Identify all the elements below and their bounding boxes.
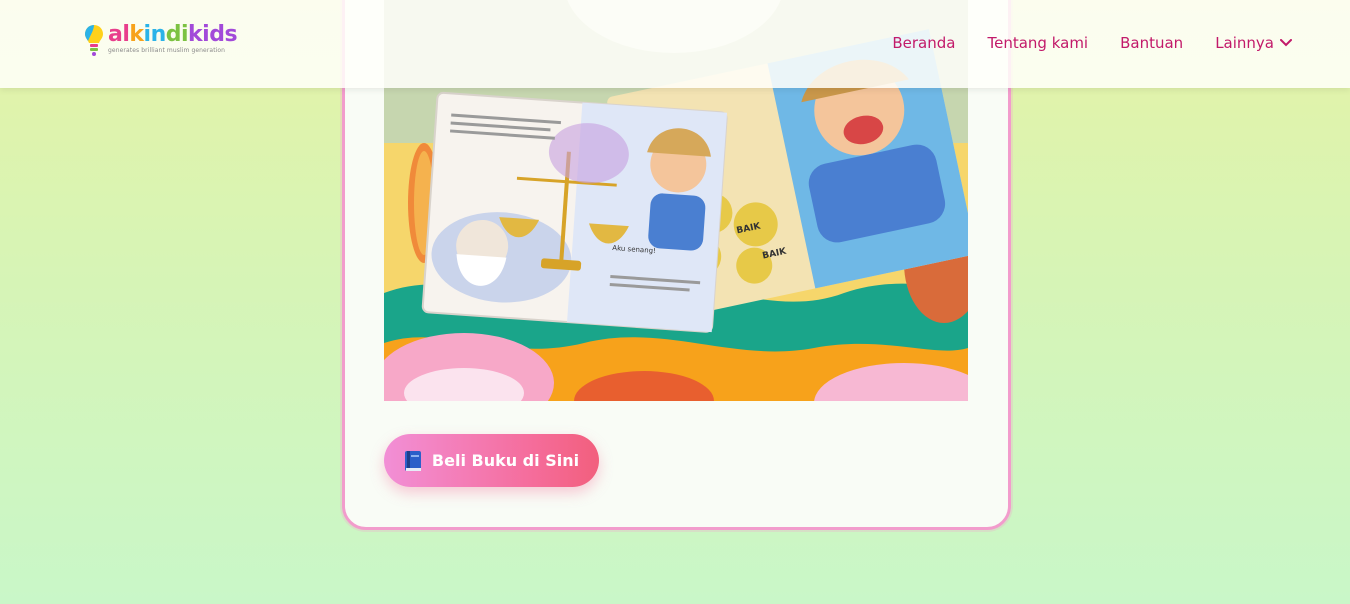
brand-part: k [129, 22, 144, 47]
site-header: alkindikids generates brilliant muslim g… [0, 0, 1350, 88]
brand-part: al [108, 22, 130, 47]
nav-item-label: Lainnya [1215, 34, 1274, 52]
nav-item-label: Beranda [892, 34, 956, 52]
nav-item-tentang-kami[interactable]: Tentang kami [987, 34, 1088, 52]
buy-book-label: Beli Buku di Sini [431, 451, 580, 470]
nav-item-bantuan[interactable]: Bantuan [1120, 34, 1183, 52]
brand-wordmark: alkindikids [108, 22, 238, 47]
nav-item-lainnya[interactable]: Lainnya [1215, 34, 1292, 52]
brand-part: kids [188, 22, 238, 47]
brand-part: di [165, 22, 189, 47]
main-nav: Beranda Tentang kami Bantuan Lainnya [860, 34, 1292, 52]
brand-tagline: generates brilliant muslim generation [108, 47, 226, 54]
nav-item-label: Bantuan [1120, 34, 1184, 52]
brand-part: in [143, 22, 167, 47]
lightbulb-icon [85, 25, 103, 56]
nav-item-label: Tentang kami [987, 34, 1089, 52]
brand-logo[interactable]: alkindikids generates brilliant muslim g… [84, 22, 238, 58]
nav-item-beranda[interactable]: Beranda [892, 34, 955, 52]
book-icon [404, 450, 421, 471]
buy-book-button[interactable]: Beli Buku di Sini [384, 434, 599, 487]
chevron-down-icon [1280, 39, 1292, 47]
